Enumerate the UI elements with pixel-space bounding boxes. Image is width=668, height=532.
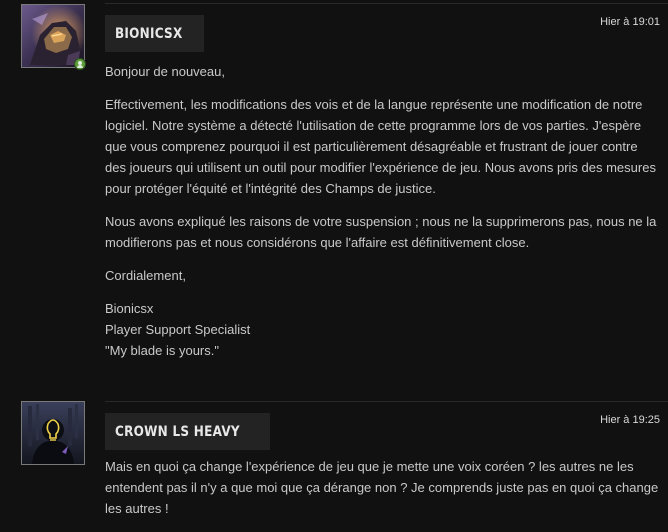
post-paragraph: Nous avons expliqué les raisons de votre… <box>105 214 657 250</box>
post-divider <box>105 3 668 4</box>
post-timestamp: Hier à 19:01 <box>600 16 660 28</box>
forum-post: Crown LS Heavy Hier à 19:25 Mais en quoi… <box>0 397 668 532</box>
user-online-icon <box>74 58 86 70</box>
signature-title: Player Support Specialist <box>105 322 251 337</box>
post-paragraph: Cordialement, <box>105 268 186 283</box>
forum-post: Bionicsx Hier à 19:01 Bonjour de nouveau… <box>0 0 668 385</box>
author-name-plate[interactable]: Bionicsx <box>105 15 204 52</box>
post-divider <box>105 401 668 402</box>
lightbulb-avatar-icon <box>22 402 84 464</box>
avatar[interactable] <box>21 401 85 465</box>
author-name-plate[interactable]: Crown LS Heavy <box>105 413 271 450</box>
signature-quote: "My blade is yours." <box>105 343 219 358</box>
post-body: Mais en quoi ça change l'expérience de j… <box>105 456 661 531</box>
post-paragraph: Mais en quoi ça change l'expérience de j… <box>105 459 659 516</box>
author-name[interactable]: Bionicsx <box>115 26 183 42</box>
post-paragraph: Effectivement, les modifications des voi… <box>105 97 656 196</box>
champion-avatar-icon <box>22 5 84 67</box>
post-signature: Bionicsx Player Support Specialist "My b… <box>105 298 661 361</box>
post-paragraph: Bonjour de nouveau, <box>105 64 225 79</box>
post-timestamp: Hier à 19:25 <box>600 414 660 426</box>
author-name[interactable]: Crown LS Heavy <box>115 424 240 440</box>
forum-thread: Bionicsx Hier à 19:01 Bonjour de nouveau… <box>0 0 668 532</box>
signature-name: Bionicsx <box>105 301 154 316</box>
post-body: Bonjour de nouveau, Effectivement, les m… <box>105 61 661 373</box>
